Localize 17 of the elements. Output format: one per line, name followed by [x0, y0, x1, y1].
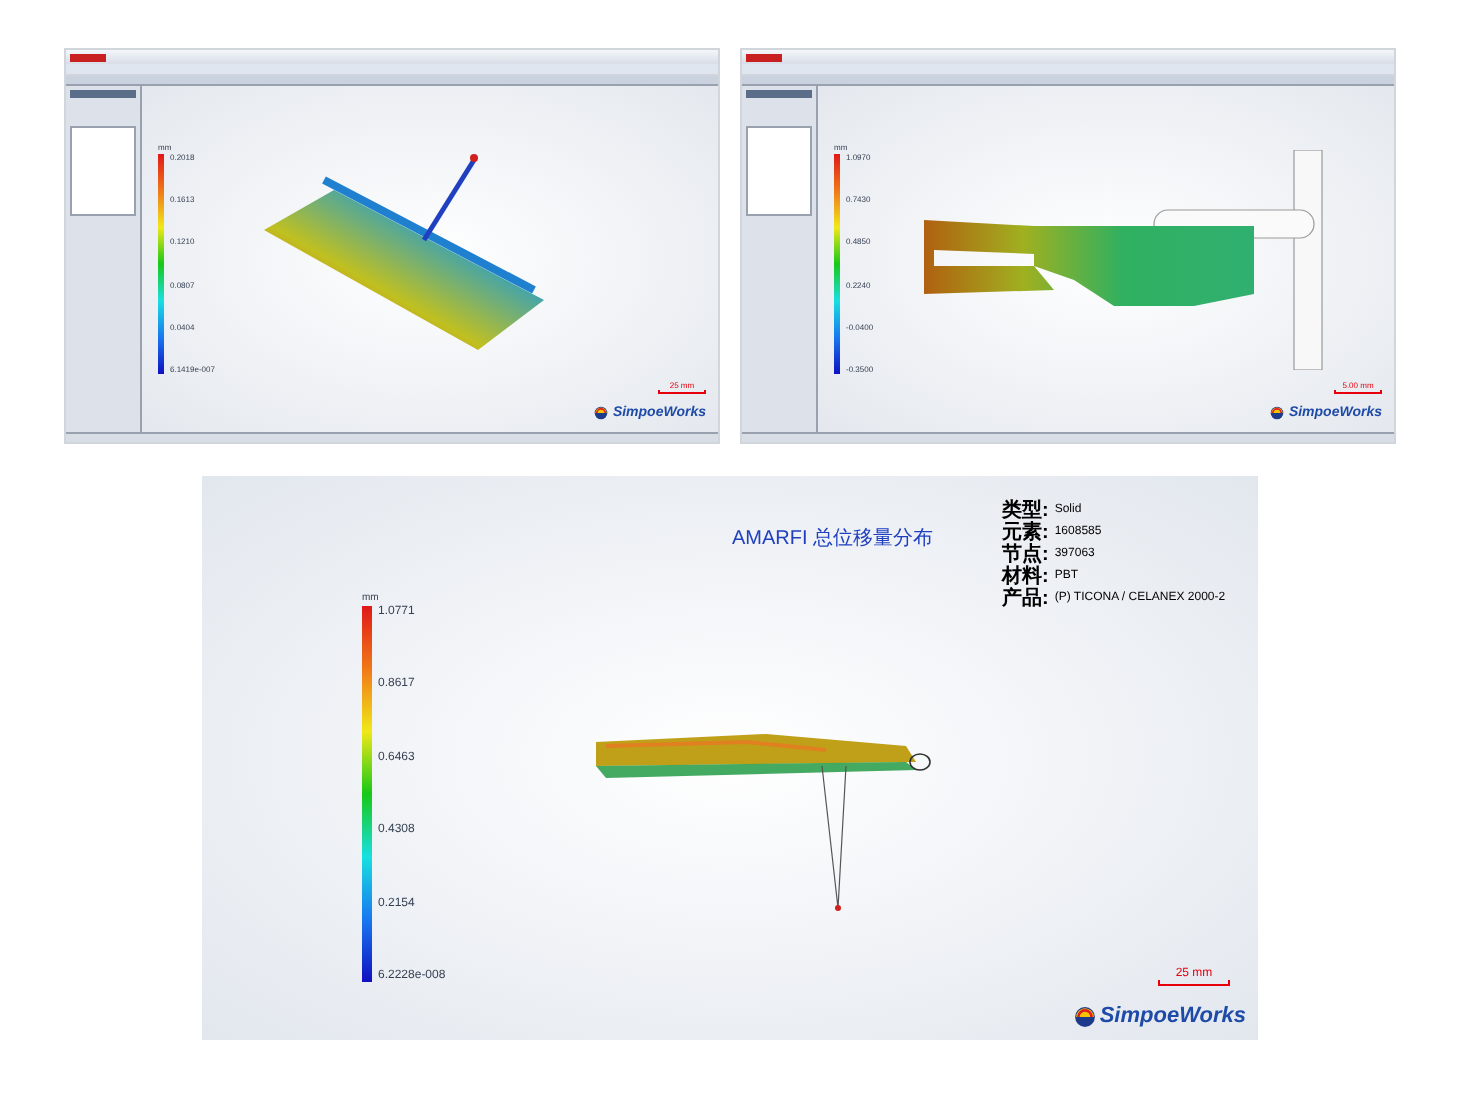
info-label: 类型:: [1002, 500, 1049, 522]
scale-bar: [1158, 980, 1230, 986]
logo-icon: [1270, 406, 1285, 420]
panel-header: [746, 90, 812, 98]
scale-bar: [1334, 390, 1382, 394]
info-label: 元素:: [1002, 522, 1049, 544]
logo-icon: [594, 406, 609, 420]
info-label: 材料:: [1002, 566, 1049, 588]
logo-icon: [1073, 1006, 1096, 1028]
panel-header: [70, 90, 136, 98]
result-title: AMARFI 总位移量分布: [732, 528, 934, 550]
logo-text: SimpoeWorks: [1099, 1006, 1246, 1028]
scale-bar: [658, 390, 706, 394]
app-logo-icon: [70, 53, 106, 61]
app-logo-icon: [746, 53, 782, 61]
info-label: 产品:: [1002, 588, 1049, 610]
info-label: 节点:: [1002, 544, 1049, 566]
